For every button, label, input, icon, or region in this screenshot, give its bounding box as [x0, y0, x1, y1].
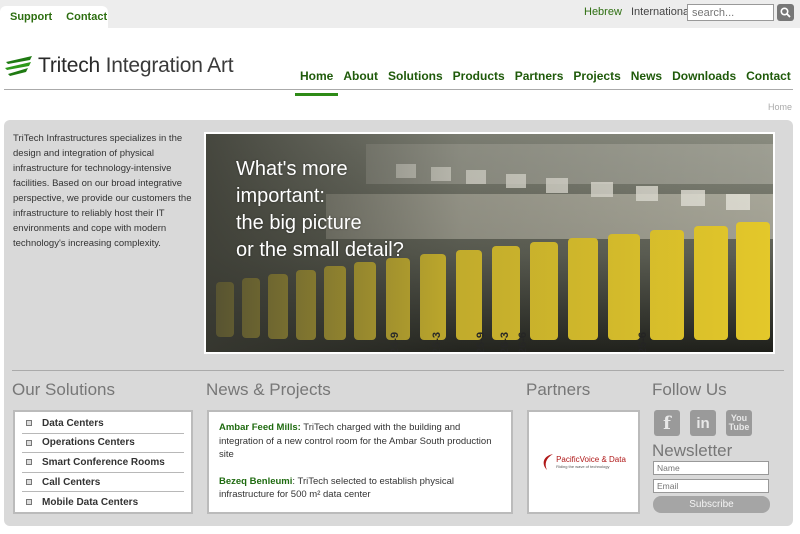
partners-box: PacificVoice & Data Riding the wave of t… — [527, 410, 640, 514]
logo-brand: Tritech — [38, 54, 100, 77]
newsletter-title: Newsletter — [652, 441, 733, 460]
nav-partners[interactable]: Partners — [510, 66, 569, 96]
solution-label: Data Centers — [42, 417, 104, 429]
site-logo[interactable]: Tritech Integration Art — [4, 54, 234, 78]
news-title: News & Projects — [206, 380, 331, 399]
news-item: Bezeq Benleumi: TriTech selected to esta… — [219, 475, 501, 502]
search-input[interactable] — [687, 4, 774, 21]
search-button[interactable] — [777, 4, 794, 21]
news-title-link[interactable]: Ambar Feed Mills: — [219, 422, 301, 433]
solution-label: Smart Conference Rooms — [42, 456, 165, 468]
nav-downloads[interactable]: Downloads — [667, 66, 741, 96]
hero-line: important: — [236, 185, 325, 207]
partner-slogan: Riding the wave of technology — [556, 464, 610, 469]
solution-item[interactable]: Smart Conference Rooms — [22, 453, 184, 473]
news-title-link[interactable]: Bezeq Benleumi — [219, 476, 292, 487]
breadcrumb[interactable]: Home — [768, 102, 792, 112]
solution-item[interactable]: Operations Centers — [22, 434, 184, 454]
bullet-icon — [26, 439, 32, 446]
nav-contact[interactable]: Contact — [741, 66, 796, 96]
section-divider — [12, 370, 784, 371]
bullet-icon — [26, 479, 32, 486]
nav-projects[interactable]: Projects — [568, 66, 625, 96]
solution-label: Call Centers — [42, 476, 101, 488]
top-links: Support Contact — [0, 6, 108, 28]
facebook-icon[interactable]: f — [654, 410, 680, 436]
solution-item[interactable]: Call Centers — [22, 473, 184, 493]
solutions-list: Data Centers Operations Centers Smart Co… — [13, 410, 193, 514]
partner-name: PacificVoice & Data — [556, 455, 626, 464]
language-international-link[interactable]: International — [631, 6, 692, 18]
solution-label: Mobile Data Centers — [42, 496, 139, 508]
linkedin-icon[interactable]: in — [690, 410, 716, 436]
hero-caption: What's more important: the big picture o… — [236, 156, 404, 264]
partner-wave-icon — [543, 454, 554, 470]
partners-title: Partners — [526, 380, 591, 399]
top-bar: Support Contact Hebrew International — [0, 0, 800, 28]
main-nav: Home About Solutions Products Partners P… — [295, 66, 796, 96]
newsletter-name-field[interactable] — [653, 461, 769, 475]
partner-logo[interactable]: PacificVoice & Data Riding the wave of t… — [541, 452, 626, 472]
language-hebrew-link[interactable]: Hebrew — [584, 6, 622, 18]
search-icon — [780, 7, 791, 18]
hero-line: What's more — [236, 158, 348, 180]
youtube-icon[interactable]: You Tube — [726, 410, 752, 436]
nav-home[interactable]: Home — [295, 66, 339, 96]
news-box: Ambar Feed Mills: TriTech charged with t… — [207, 410, 513, 514]
youtube-label-bottom: Tube — [728, 422, 750, 432]
hero-banner[interactable]: 25-9 26-3 26-6 24-9 25-3 25-6 What's mor… — [204, 132, 775, 354]
nav-news[interactable]: News — [626, 66, 667, 96]
contact-link[interactable]: Contact — [66, 11, 107, 23]
solutions-title: Our Solutions — [12, 380, 115, 399]
subscribe-button[interactable]: Subscribe — [653, 496, 770, 513]
logo-text: Tritech Integration Art — [38, 54, 234, 78]
linkedin-label: in — [696, 414, 710, 432]
intro-text: TriTech Infrastructures specializes in t… — [13, 133, 192, 249]
hero-line: or the small detail? — [236, 239, 404, 261]
logo-tagline: Integration Art — [105, 54, 234, 77]
follow-title: Follow Us — [652, 380, 727, 399]
newsletter-email-field[interactable] — [653, 479, 769, 493]
solution-label: Operations Centers — [42, 437, 135, 449]
facebook-label: f — [663, 412, 671, 434]
support-link[interactable]: Support — [10, 11, 52, 23]
logo-mark-icon — [5, 56, 32, 76]
bullet-icon — [26, 420, 32, 427]
nav-products[interactable]: Products — [448, 66, 510, 96]
solution-item[interactable]: Mobile Data Centers — [22, 492, 184, 512]
bullet-icon — [26, 499, 32, 506]
language-switcher: Hebrew International — [584, 6, 692, 18]
nav-solutions[interactable]: Solutions — [383, 66, 448, 96]
nav-about[interactable]: About — [338, 66, 383, 96]
news-item: Ambar Feed Mills: TriTech charged with t… — [219, 421, 501, 462]
header-divider — [4, 89, 793, 90]
hero-line: the big picture — [236, 212, 362, 234]
bullet-icon — [26, 459, 32, 466]
solution-item[interactable]: Data Centers — [22, 414, 184, 434]
